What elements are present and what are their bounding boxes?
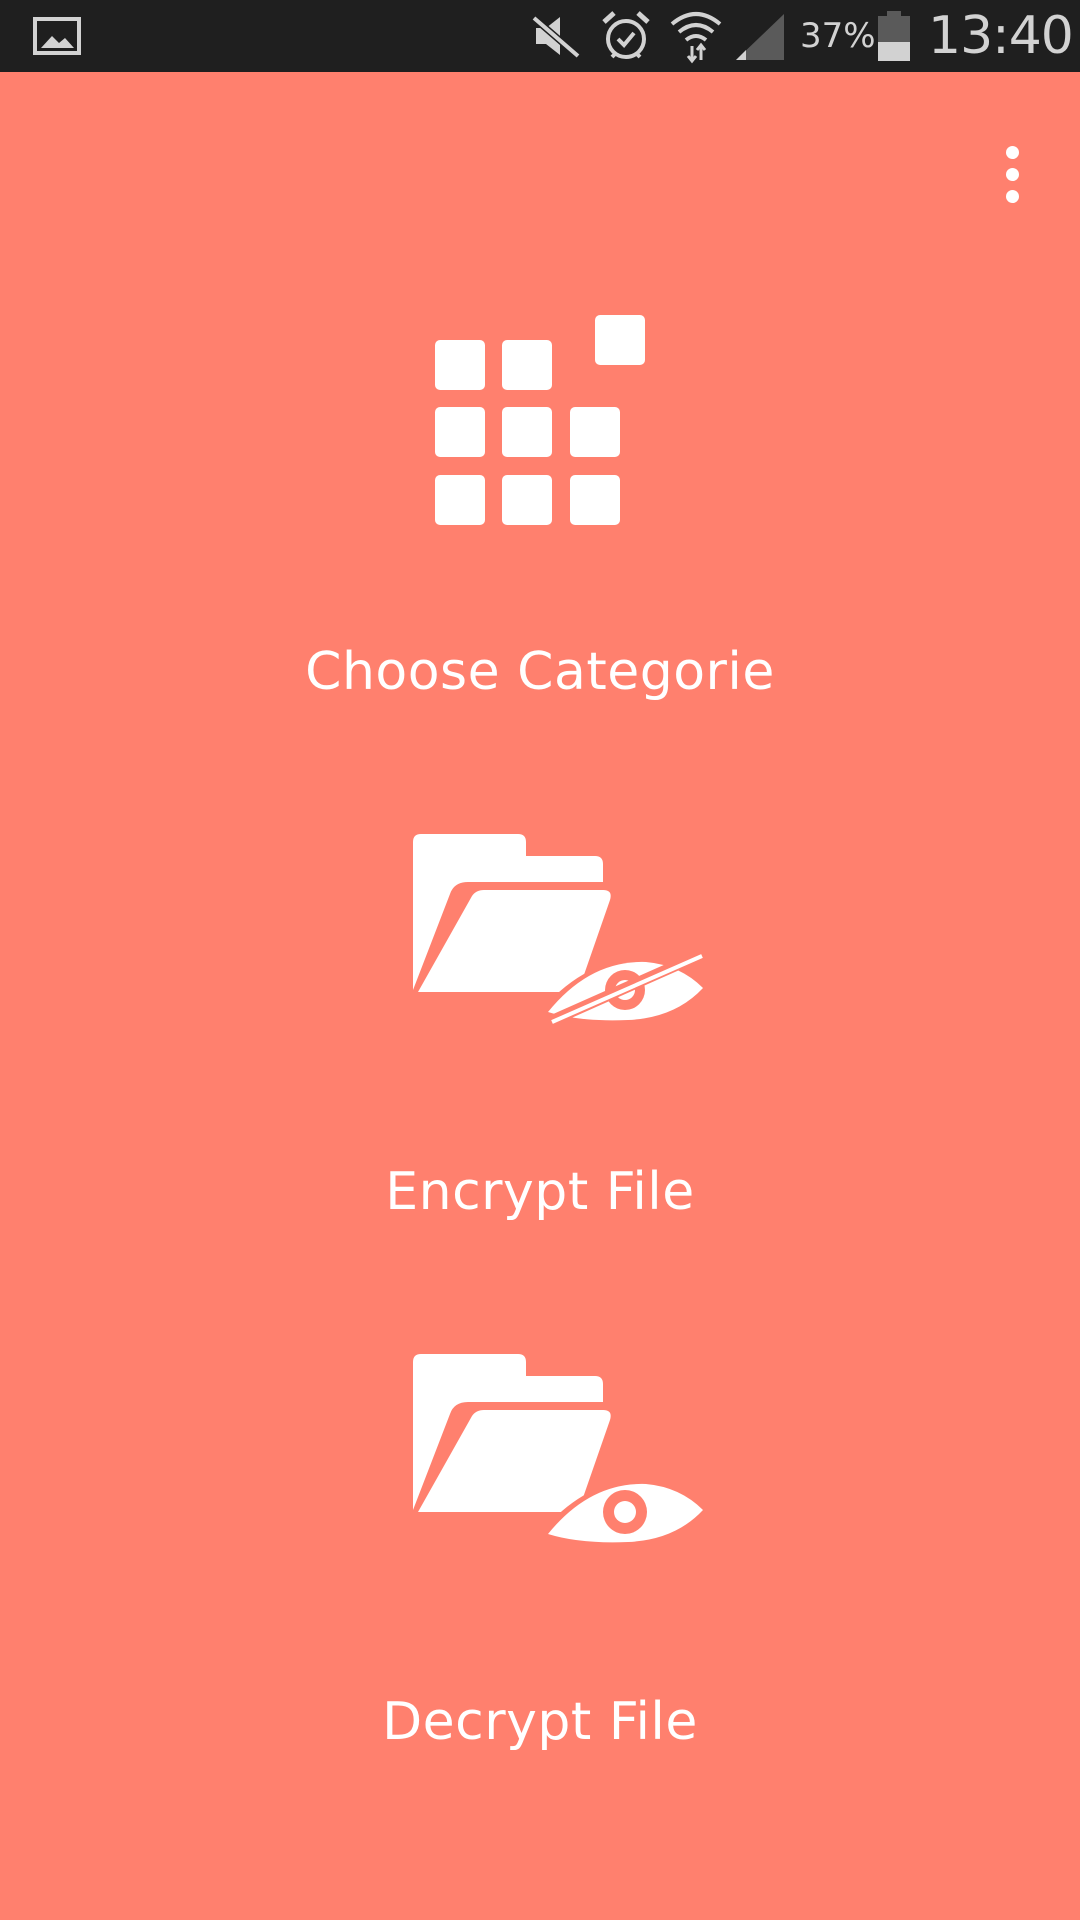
battery-icon (876, 10, 912, 62)
alarm-icon (600, 10, 652, 62)
main-screen: Choose Categorie Encrypt File Decrypt Fi… (0, 72, 1080, 1920)
status-bar: 37% 13:40 (0, 0, 1080, 72)
choose-categorie-label: Choose Categorie (305, 642, 775, 702)
wifi-icon (668, 8, 724, 64)
status-time: 13:40 (928, 6, 1074, 66)
mute-icon (530, 12, 582, 60)
signal-icon (734, 12, 786, 62)
folder-eye-icon (413, 1354, 710, 1543)
decrypt-file-button[interactable]: Decrypt File (240, 1352, 840, 1772)
choose-categorie-button[interactable]: Choose Categorie (240, 302, 840, 722)
gallery-notification-icon (32, 14, 82, 58)
encrypt-file-label: Encrypt File (385, 1162, 695, 1222)
category-grid-icon (435, 315, 645, 525)
more-vert-icon[interactable] (990, 130, 1034, 220)
folder-hidden-eye-icon (413, 834, 710, 1031)
battery-percent: 37% (800, 16, 876, 56)
decrypt-file-label: Decrypt File (382, 1692, 698, 1752)
encrypt-file-button[interactable]: Encrypt File (240, 832, 840, 1252)
